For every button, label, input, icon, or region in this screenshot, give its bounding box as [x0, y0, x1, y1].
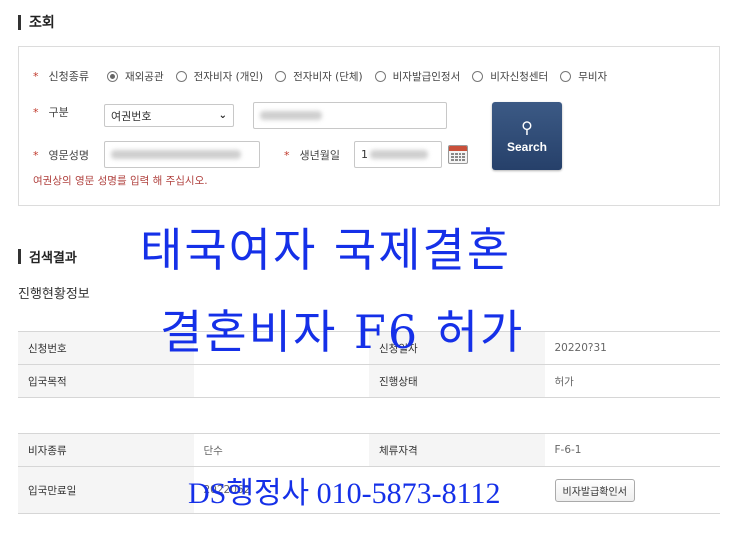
progress-info-subtitle: 진행현황정보 [18, 287, 90, 302]
value-cell [369, 467, 545, 513]
header-cell: 입국목적 [18, 365, 194, 397]
english-name-label: 영문성명 [48, 149, 89, 162]
visa-info-table: 비자종류 단수 체류자격 F-6-1 입국만료일 2022062 비자발급확인서 [18, 433, 720, 514]
results-title-text: 검색결과 [29, 251, 77, 266]
value-cell: 단수 [193, 434, 369, 466]
radio-visa-center[interactable]: 비자신청센터 [472, 69, 548, 84]
required-mark: * [284, 148, 290, 162]
radio-visa-free[interactable]: 무비자 [560, 69, 607, 84]
birth-date-row: * 생년월일 [284, 147, 340, 163]
radio-dot[interactable] [106, 70, 118, 82]
table-row: 신청번호 신청일자 20220?31 [18, 332, 720, 365]
radio-dot[interactable] [472, 70, 484, 82]
header-cell: 체류자격 [369, 434, 545, 466]
table-row: 비자종류 단수 체류자격 F-6-1 [18, 434, 720, 467]
search-icon: ⚲ [521, 118, 533, 137]
visa-issuance-confirmation-button[interactable]: 비자발급확인서 [554, 478, 635, 502]
progress-table: 신청번호 신청일자 20220?31 입국목적 진행상태 허가 [18, 331, 720, 398]
header-cell: 신청번호 [18, 332, 194, 364]
redacted-value [260, 111, 322, 120]
radio-evisa-group[interactable]: 전자비자 (단체) [275, 69, 363, 84]
birth-date-prefix: 1 [361, 148, 368, 161]
radio-dot[interactable] [560, 70, 572, 82]
value-cell [193, 332, 369, 364]
header-cell: 비자종류 [18, 434, 194, 466]
redacted-value [370, 150, 428, 159]
value-cell: 20220?31 [544, 332, 720, 364]
value-cell: F-6-1 [544, 434, 720, 466]
required-mark: * [33, 148, 39, 162]
header-cell: 입국만료일 [18, 467, 194, 513]
name-hint-text: 여권상의 영문 성명를 입력 해 주십시오. [33, 175, 208, 187]
action-cell: 비자발급확인서 [544, 467, 720, 513]
english-name-input[interactable] [104, 141, 260, 168]
birth-date-input[interactable]: 1 [354, 141, 442, 168]
redacted-value [111, 150, 241, 159]
header-cell: 신청일자 [369, 332, 545, 364]
value-cell: 허가 [544, 365, 720, 397]
title-bar [18, 14, 21, 30]
passport-number-input[interactable] [253, 102, 447, 129]
watermark-text-line1: 태국여자 국제결혼 [140, 223, 512, 277]
title-bar [18, 249, 21, 264]
application-type-row: * 신청종류 재외공관 전자비자 (개인) 전자비자 (단체) 비자발급인정서 … [33, 68, 619, 84]
search-button-label: Search [506, 140, 548, 154]
calendar-icon[interactable] [448, 145, 468, 164]
category-select[interactable]: 여권번호 ⌄ [104, 104, 234, 127]
required-mark: * [33, 69, 39, 83]
header-cell: 진행상태 [369, 365, 545, 397]
chevron-down-icon: ⌄ [218, 110, 227, 121]
search-button[interactable]: ⚲ Search [492, 102, 562, 170]
birth-date-label: 생년월일 [299, 149, 340, 162]
radio-embassy[interactable]: 재외공관 [106, 69, 164, 84]
radio-dot[interactable] [275, 70, 287, 82]
application-type-label: 신청종류 [48, 70, 89, 83]
value-cell [193, 365, 369, 397]
radio-dot[interactable] [374, 70, 386, 82]
radio-dot[interactable] [175, 70, 187, 82]
category-row: * 구분 [33, 104, 69, 120]
radio-visa-certificate[interactable]: 비자발급인정서 [374, 69, 460, 84]
inquiry-section-title: 조회 [18, 12, 55, 32]
results-section-title: 검색결과 [18, 247, 77, 266]
inquiry-title-text: 조회 [29, 15, 55, 31]
category-selected-value: 여권번호 [111, 109, 152, 123]
radio-evisa-individual[interactable]: 전자비자 (개인) [175, 69, 263, 84]
required-mark: * [33, 105, 39, 119]
english-name-row: * 영문성명 [33, 147, 89, 163]
table-row: 입국목적 진행상태 허가 [18, 365, 720, 398]
category-label: 구분 [48, 106, 69, 119]
value-cell: 2022062 [193, 467, 369, 513]
table-row: 입국만료일 2022062 비자발급확인서 [18, 467, 720, 514]
